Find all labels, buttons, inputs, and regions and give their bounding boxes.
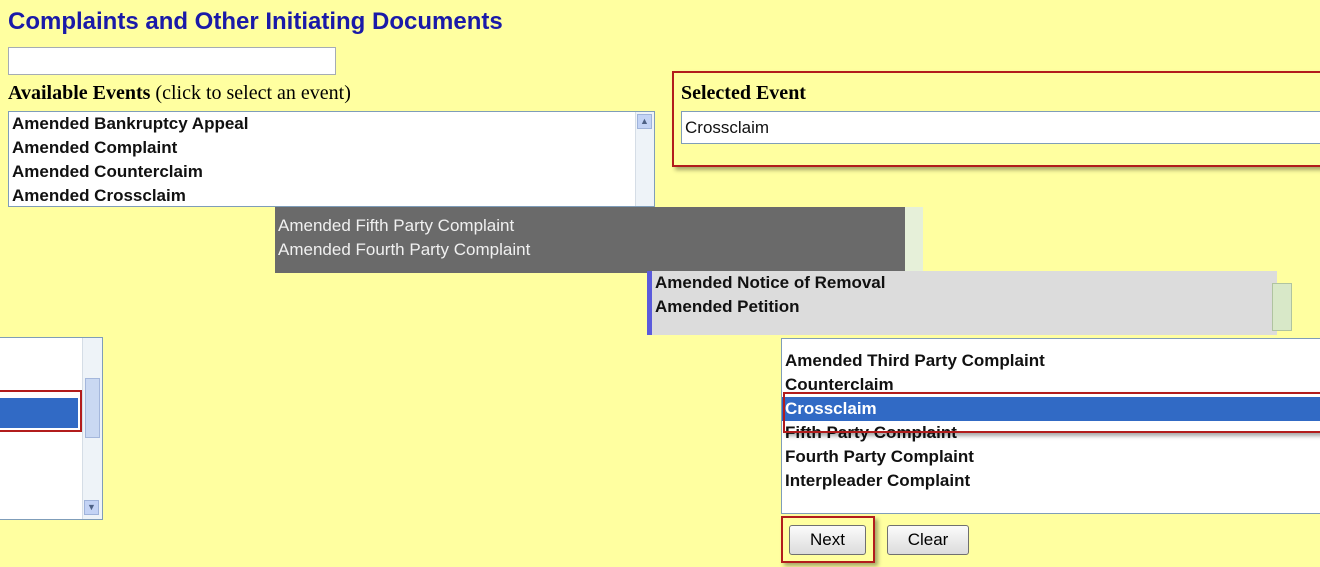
selected-event-value: Crossclaim <box>685 118 770 137</box>
list-item[interactable]: Fourth Party Complaint <box>782 445 1320 469</box>
spliced-list-fragment-dark: Amended Fifth Party Complaint Amended Fo… <box>275 207 907 273</box>
available-events-hint: (click to select an event) <box>155 82 351 104</box>
available-events-label: Available Events (click to select an eve… <box>8 82 351 105</box>
list-item: Amended Fifth Party Complaint <box>278 216 515 235</box>
scroll-up-arrow-icon[interactable]: ▲ <box>637 114 652 129</box>
clear-button[interactable]: Clear <box>887 525 969 555</box>
list-item[interactable]: Amended Counterclaim <box>9 160 654 184</box>
selected-event-box[interactable]: Crossclaim <box>681 111 1320 144</box>
spliced-scrollbar-fragment <box>905 207 923 273</box>
selected-event-label: Selected Event <box>681 82 806 104</box>
list-scrollbar[interactable]: ▲ <box>635 112 654 206</box>
selected-row-highlight <box>0 390 82 432</box>
selected-row-highlight <box>783 392 1320 433</box>
event-filter-input[interactable] <box>8 47 336 75</box>
list-item[interactable]: Amended Bankruptcy Appeal <box>9 112 654 136</box>
page-title: Complaints and Other Initiating Document… <box>8 8 503 35</box>
list-item[interactable]: Amended Complaint <box>9 136 654 160</box>
list-scrollbar[interactable]: ▼ <box>82 338 102 519</box>
list-item: Amended Notice of Removal <box>655 273 886 292</box>
available-events-list[interactable]: Amended Bankruptcy Appeal Amended Compla… <box>8 111 655 207</box>
scrollbar-thumb[interactable] <box>85 378 100 438</box>
list-item: Amended Petition <box>655 297 800 316</box>
spliced-scrollbar-fragment <box>1272 283 1292 331</box>
list-item[interactable]: Amended Third Party Complaint <box>782 349 1320 373</box>
list-item[interactable]: Interpleader Complaint <box>782 469 1320 493</box>
spliced-list-fragment-light: Amended Notice of Removal Amended Petiti… <box>647 271 1277 335</box>
list-item: Amended Fourth Party Complaint <box>278 240 531 259</box>
available-events-heading: Available Events <box>8 82 151 104</box>
list-item[interactable]: Amended Crossclaim <box>9 184 654 206</box>
scroll-down-arrow-icon[interactable]: ▼ <box>84 500 99 515</box>
next-button[interactable]: Next <box>789 525 866 555</box>
